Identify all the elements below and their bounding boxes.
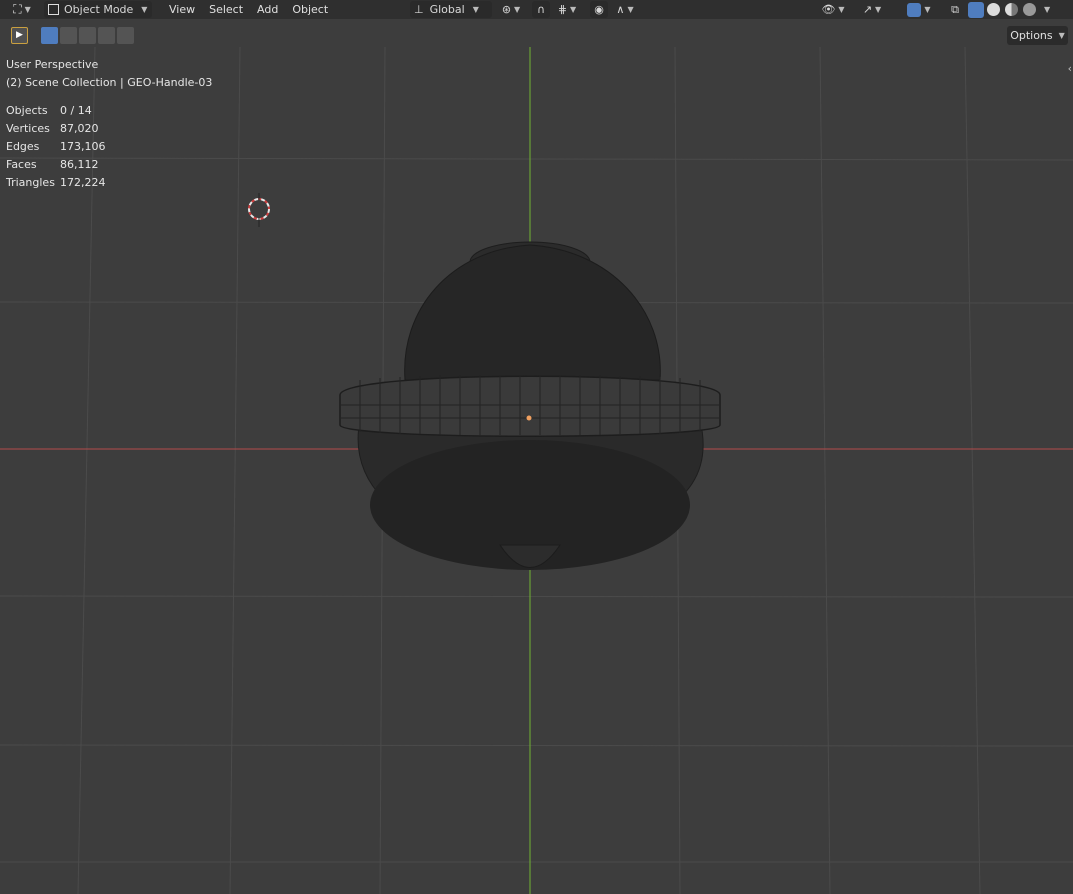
gizmo-button[interactable]: ↗ ▼	[856, 1, 888, 18]
snap-target-button[interactable]: ⋕ ▼	[553, 1, 581, 18]
orientation-icon: ⊥	[414, 3, 424, 16]
select-tool-button[interactable]: ▶	[11, 27, 28, 44]
solid-shading-icon[interactable]	[987, 3, 1000, 16]
chevron-down-icon: ▼	[514, 5, 521, 14]
editor-type-button[interactable]: ⛶ ▼	[6, 1, 38, 18]
proportional-edit-icon: ◉	[594, 3, 604, 16]
sidebar-toggle-icon[interactable]: ‹	[1068, 62, 1072, 75]
scene-statistics: Objects 0 / 14 Vertices 87,020 Edges 173,10…	[6, 102, 106, 192]
pivot-point-button[interactable]: ⊛ ▼	[498, 1, 524, 18]
shading-modes: ▼	[968, 0, 1050, 19]
stat-label: Triangles	[6, 176, 55, 189]
magnet-icon: ∩	[536, 3, 546, 16]
chevron-down-icon: ▼	[472, 5, 479, 14]
object-origin-dot	[526, 415, 532, 421]
stat-row: Vertices 87,020	[6, 120, 106, 138]
menu-object[interactable]: Object	[285, 3, 335, 16]
tool-settings-row: ▶ Options ▼	[0, 25, 1073, 47]
object-editor-icon: ⛶	[13, 2, 22, 16]
stat-value: 172,224	[60, 176, 106, 189]
chevron-down-icon[interactable]: ▼	[1044, 5, 1050, 14]
options-dropdown[interactable]: Options ▼	[1007, 26, 1068, 45]
viewport-header: ⛶ ▼ Object Mode ▼ View Select Add Object …	[0, 0, 1073, 19]
select-mode-intersect-button[interactable]	[117, 27, 134, 44]
overlays-button[interactable]: ▼	[900, 1, 938, 18]
stat-value: 87,020	[60, 122, 99, 135]
stat-value: 173,106	[60, 140, 106, 153]
select-mode-extend-button[interactable]	[60, 27, 77, 44]
object-mode-icon	[48, 4, 59, 15]
cursor-icon: ▶	[16, 30, 23, 40]
select-mode-new-button[interactable]	[41, 27, 58, 44]
collection-label: (2) Scene Collection | GEO-Handle-03	[6, 76, 213, 89]
orientation-label: Global	[429, 3, 465, 16]
wireframe-shading-icon[interactable]	[968, 1, 984, 18]
menu-view[interactable]: View	[162, 3, 202, 16]
chevron-down-icon: ▼	[1058, 31, 1065, 40]
stat-label: Vertices	[6, 122, 50, 135]
stat-label: Objects	[6, 104, 48, 117]
select-mode-subtract-button[interactable]	[79, 27, 96, 44]
header-menus: View Select Add Object	[162, 3, 335, 16]
xray-toggle[interactable]: ⧉	[946, 1, 964, 18]
stat-row: Objects 0 / 14	[6, 102, 106, 120]
snap-increment-icon: ⋕	[557, 3, 568, 16]
rendered-shading-icon[interactable]	[1023, 3, 1036, 16]
proportional-edit-toggle[interactable]: ◉	[590, 1, 608, 18]
stat-label: Faces	[6, 158, 37, 171]
falloff-button[interactable]: ∧ ▼	[612, 1, 638, 18]
stat-value: 86,112	[60, 158, 99, 171]
3d-viewport[interactable]	[0, 0, 1073, 894]
mode-selector[interactable]: Object Mode ▼	[44, 1, 152, 18]
xray-icon: ⧉	[951, 2, 959, 16]
chevron-down-icon: ▼	[570, 5, 577, 14]
gizmo-icon: ↗	[862, 3, 873, 16]
transform-orientation-selector[interactable]: ⊥ Global ▼	[410, 1, 492, 18]
viewport-info: User Perspective (2) Scene Collection | …	[6, 56, 212, 92]
select-mode-invert-button[interactable]	[98, 27, 115, 44]
stat-row: Faces 86,112	[6, 156, 106, 174]
stat-row: Triangles 172,224	[6, 174, 106, 192]
perspective-label: User Perspective	[6, 58, 99, 71]
material-shading-icon[interactable]	[1005, 3, 1018, 16]
chevron-down-icon: ▼	[924, 5, 931, 14]
menu-select[interactable]: Select	[202, 3, 250, 16]
visibility-button[interactable]: 👁 ▼	[818, 1, 848, 18]
stat-value: 0 / 14	[60, 104, 92, 117]
stat-row: Edges 173,106	[6, 138, 106, 156]
snap-toggle[interactable]: ∩	[532, 1, 550, 18]
stat-label: Edges	[6, 140, 40, 153]
pivot-icon: ⊛	[501, 3, 512, 16]
mode-label: Object Mode	[64, 3, 134, 16]
chevron-down-icon: ▼	[141, 5, 148, 14]
chevron-down-icon: ▼	[875, 5, 882, 14]
eye-icon: 👁	[821, 3, 836, 16]
overlays-icon	[907, 2, 922, 17]
chevron-down-icon: ▼	[24, 5, 31, 14]
falloff-curve-icon: ∧	[616, 3, 625, 16]
menu-add[interactable]: Add	[250, 3, 285, 16]
chevron-down-icon: ▼	[627, 5, 634, 14]
chevron-down-icon: ▼	[838, 5, 845, 14]
options-label: Options	[1010, 29, 1053, 42]
